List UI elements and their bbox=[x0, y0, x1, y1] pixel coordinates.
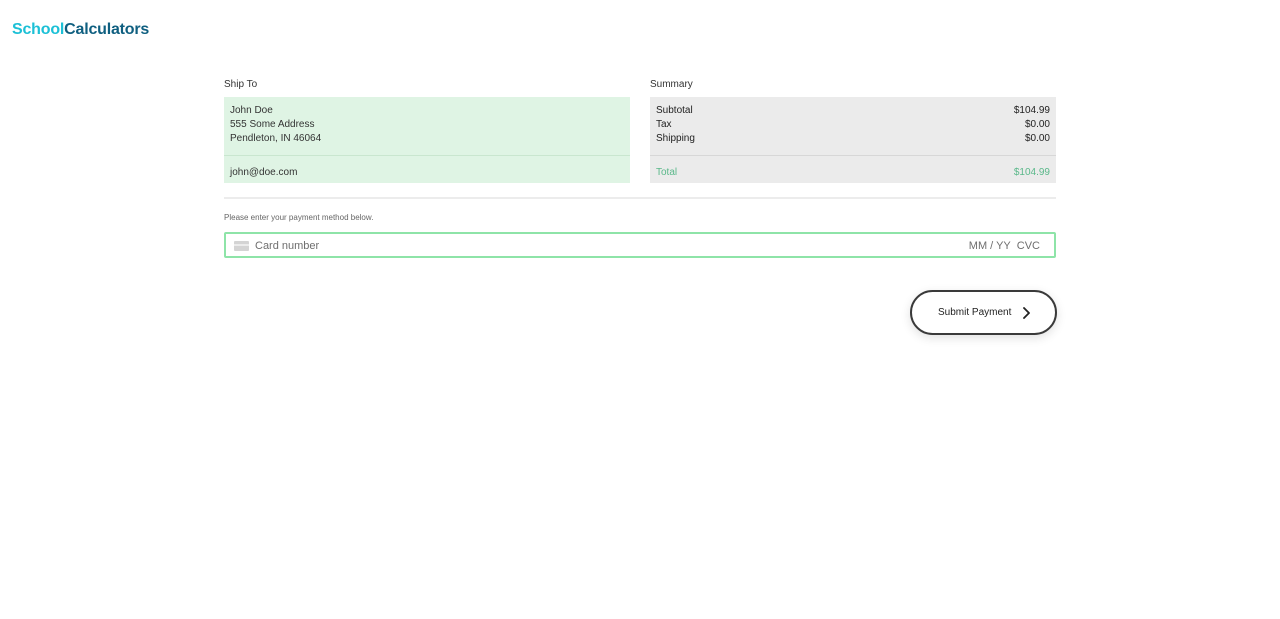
tax-value: $0.00 bbox=[1024, 119, 1050, 130]
shipping-row: Shipping $0.00 bbox=[656, 133, 1050, 144]
ship-city: Pendleton, IN 46064 bbox=[230, 133, 322, 144]
ship-address: 555 Some Address bbox=[230, 119, 315, 130]
section-divider bbox=[224, 197, 1056, 199]
summary-title: Summary bbox=[650, 79, 693, 90]
subtotal-row: Subtotal $104.99 bbox=[656, 105, 1050, 116]
chevron-right-icon bbox=[1023, 307, 1030, 319]
tax-row: Tax $0.00 bbox=[656, 119, 1050, 130]
ship-divider bbox=[224, 155, 630, 156]
site-logo[interactable]: SchoolCalculators bbox=[12, 21, 149, 39]
subtotal-label: Subtotal bbox=[656, 105, 693, 116]
ship-email: john@doe.com bbox=[230, 167, 298, 178]
submit-payment-button[interactable]: Submit Payment bbox=[910, 290, 1057, 335]
subtotal-value: $104.99 bbox=[1013, 105, 1050, 116]
summary-panel: Subtotal $104.99 Tax $0.00 Shipping $0.0… bbox=[650, 97, 1056, 183]
card-number-field[interactable]: Card number bbox=[255, 240, 319, 252]
ship-to-panel: John Doe 555 Some Address Pendleton, IN … bbox=[224, 97, 630, 183]
payment-hint: Please enter your payment method below. bbox=[224, 213, 374, 222]
tax-label: Tax bbox=[656, 119, 672, 130]
ship-to-title: Ship To bbox=[224, 79, 258, 90]
shipping-label: Shipping bbox=[656, 133, 695, 144]
expiry-field[interactable]: MM / YY bbox=[969, 240, 1011, 252]
ship-name: John Doe bbox=[230, 105, 273, 116]
logo-calculators: Calculators bbox=[64, 21, 150, 38]
submit-payment-label: Submit Payment bbox=[938, 307, 1012, 318]
total-label: Total bbox=[656, 167, 678, 178]
total-row: Total $104.99 bbox=[656, 167, 1050, 178]
card-input[interactable]: Card number MM / YY CVC bbox=[224, 232, 1056, 258]
logo-school: School bbox=[12, 21, 65, 38]
cvc-field[interactable]: CVC bbox=[1017, 240, 1040, 252]
total-value: $104.99 bbox=[1013, 167, 1050, 178]
credit-card-icon bbox=[234, 241, 249, 251]
summary-divider bbox=[650, 155, 1056, 156]
shipping-value: $0.00 bbox=[1024, 133, 1050, 144]
